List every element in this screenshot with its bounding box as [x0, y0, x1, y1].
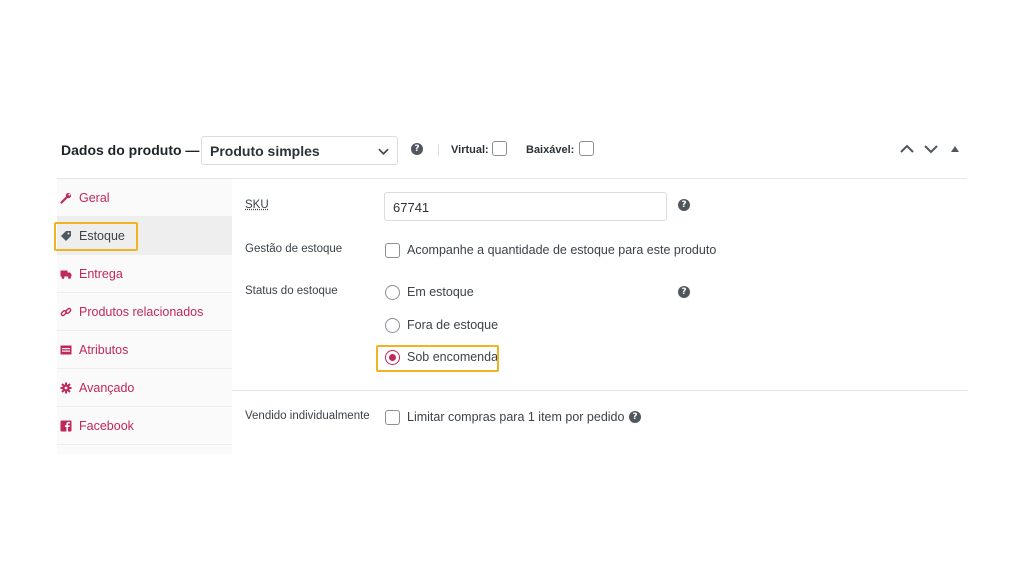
- downloadable-checkbox[interactable]: [579, 141, 594, 156]
- radio-out-of-stock[interactable]: [385, 318, 400, 333]
- tab-label: Entrega: [79, 267, 123, 281]
- product-type-select[interactable]: Produto simples: [201, 136, 398, 165]
- stock-management-label: Gestão de estoque: [245, 243, 343, 255]
- header-divider: [438, 144, 439, 156]
- product-data-header: Dados do produto — Produto simples ? Vir…: [57, 128, 967, 179]
- tab-label: Facebook: [79, 419, 134, 433]
- help-icon[interactable]: ?: [678, 199, 690, 211]
- help-icon[interactable]: ?: [678, 286, 690, 298]
- sku-input[interactable]: 67741: [384, 192, 667, 221]
- inventory-panel: SKU 67741 ? Gestão de estoque Acompanhe …: [232, 179, 967, 454]
- chevron-up-icon[interactable]: [900, 144, 914, 154]
- radio-label-out-of-stock: Fora de estoque: [407, 318, 499, 332]
- tab-label: Produtos relacionados: [79, 305, 204, 319]
- tab-produtos-relacionados[interactable]: Produtos relacionados: [57, 293, 232, 331]
- link-icon: [60, 307, 72, 317]
- tab-label: Atributos: [79, 343, 129, 357]
- stock-status-label: Status do estoque: [245, 285, 338, 297]
- tab-label: Geral: [79, 191, 110, 205]
- virtual-checkbox[interactable]: [492, 141, 507, 156]
- wrench-icon: [60, 192, 72, 204]
- chevron-down-icon: [378, 148, 389, 155]
- sku-label: SKU: [245, 199, 269, 211]
- tab-atributos[interactable]: Atributos: [57, 331, 232, 369]
- tab-label: Avançado: [79, 381, 135, 395]
- panel-title: Dados do produto —: [61, 142, 200, 158]
- product-data-panel: Dados do produto — Produto simples ? Vir…: [54, 128, 967, 454]
- tab-entrega[interactable]: Entrega: [57, 255, 232, 293]
- manage-stock-text: Acompanhe a quantidade de estoque para e…: [407, 243, 717, 257]
- tab-avancado[interactable]: Avançado: [57, 369, 232, 407]
- highlight-box: [376, 345, 499, 372]
- section-divider: [232, 390, 967, 391]
- truck-icon: [60, 270, 72, 279]
- radio-label-in-stock: Em estoque: [407, 285, 474, 299]
- tab-geral[interactable]: Geral: [57, 179, 232, 217]
- manage-stock-checkbox[interactable]: [385, 243, 400, 258]
- sold-individually-label: Vendido individualmente: [245, 410, 370, 422]
- help-icon[interactable]: ?: [629, 411, 641, 423]
- product-type-value: Produto simples: [210, 143, 320, 159]
- help-icon[interactable]: ?: [411, 143, 423, 155]
- gear-icon: [60, 382, 72, 394]
- sold-individually-checkbox[interactable]: [385, 410, 400, 425]
- tab-facebook[interactable]: Facebook: [57, 407, 232, 445]
- chevron-down-icon[interactable]: [924, 144, 938, 154]
- virtual-label: Virtual:: [451, 144, 489, 156]
- table-icon: [60, 345, 72, 355]
- radio-in-stock[interactable]: [385, 285, 400, 300]
- sold-individually-text: Limitar compras para 1 item por pedido: [407, 410, 625, 424]
- highlight-box: [54, 222, 138, 251]
- collapse-toggle-icon[interactable]: [951, 146, 959, 152]
- tab-estoque[interactable]: Estoque: [54, 217, 232, 255]
- facebook-icon: [60, 420, 72, 432]
- product-data-tabs: Geral Estoque Entrega Produtos relaciona…: [54, 179, 232, 454]
- downloadable-label: Baixável:: [526, 144, 575, 156]
